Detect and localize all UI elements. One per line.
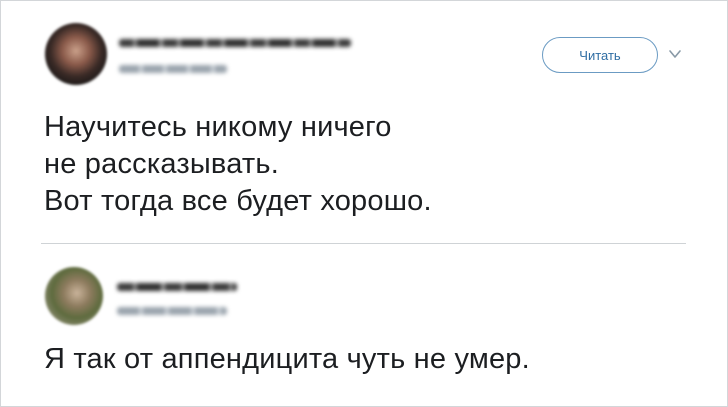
- tweet-text-line-3: Вот тогда все будет хорошо.: [44, 185, 432, 217]
- user-display-name-blurred[interactable]: [117, 283, 237, 291]
- user-avatar[interactable]: [45, 23, 107, 85]
- tweet-text-line-2: не рассказывать.: [44, 148, 279, 180]
- follow-button[interactable]: Читать: [542, 37, 658, 73]
- tweet-text-line-1: Я так от аппендицита чуть не умер.: [44, 343, 530, 375]
- user-display-name-blurred[interactable]: [119, 39, 351, 47]
- screenshot-frame: Читать Научитесь никому ничего не расска…: [0, 0, 728, 407]
- user-handle-blurred[interactable]: [117, 307, 227, 315]
- user-avatar[interactable]: [45, 267, 103, 325]
- divider: [41, 243, 686, 244]
- chevron-down-icon[interactable]: [668, 47, 682, 61]
- tweet-text-line-1: Научитесь никому ничего: [44, 111, 392, 143]
- user-handle-blurred[interactable]: [119, 65, 227, 73]
